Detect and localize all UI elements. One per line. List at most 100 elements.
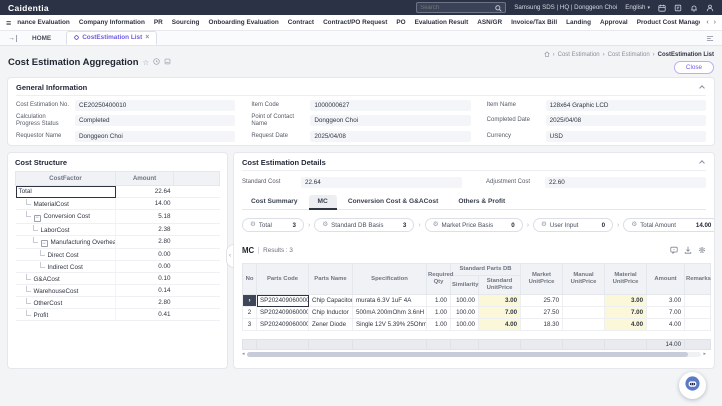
cell-required-qty[interactable]: 1.00 — [427, 319, 451, 331]
cell-specification[interactable]: Single 12V 5.39% 25Ohm 200mV — [353, 319, 427, 331]
cell-parts-code[interactable]: SP2024090600004 — [257, 295, 309, 307]
cell-material-unitprice[interactable]: 4.00 — [605, 319, 647, 331]
cell-standard-unitprice[interactable]: 4.00 — [479, 319, 521, 331]
close-tab-icon[interactable]: × — [145, 34, 149, 41]
breadcrumb-link[interactable]: Cost Estimation — [558, 52, 600, 58]
costfactor-cell[interactable]: MaterialCost — [16, 198, 116, 210]
cell-amount[interactable]: 4.00 — [647, 319, 685, 331]
amount-cell[interactable]: 2.80 — [116, 297, 174, 309]
scrollbar-thumb[interactable] — [247, 352, 688, 357]
tab-others-profit[interactable]: Others & Profit — [449, 195, 514, 209]
nav-next-icon[interactable]: › — [714, 19, 716, 26]
amount-cell[interactable]: 2.38 — [116, 223, 174, 235]
collapse-section-icon[interactable] — [699, 160, 705, 166]
recent-history-icon[interactable] — [153, 58, 160, 67]
cell-amount[interactable]: 3.00 — [647, 295, 685, 307]
cell-no[interactable]: 3 — [243, 319, 257, 331]
cost-structure-row[interactable]: Indirect Cost0.00 — [16, 261, 220, 273]
nav-item-sourcing[interactable]: Sourcing — [172, 19, 200, 26]
cost-structure-row[interactable]: −Conversion Cost5.18 — [16, 210, 220, 224]
cell-similarity[interactable]: 100.00 — [451, 307, 479, 319]
mc-table-row[interactable]: ›SP2024090600004Chip Capacitormurata 6.3… — [243, 295, 711, 307]
cost-structure-row[interactable]: Total22.64 — [16, 186, 220, 198]
amount-cell[interactable]: 0.41 — [116, 309, 174, 321]
tab-costestimation-list[interactable]: CostEstimation List × — [66, 31, 157, 45]
cell-required-qty[interactable]: 1.00 — [427, 295, 451, 307]
column-header-amount[interactable]: Amount — [116, 172, 174, 186]
cell-standard-unitprice[interactable]: 7.00 — [479, 307, 521, 319]
column-header-remarks[interactable]: Remarks — [685, 264, 711, 295]
cell-amount[interactable]: 7.00 — [647, 307, 685, 319]
column-header-required-qty[interactable]: Required Qty — [427, 264, 451, 295]
column-header-no[interactable]: No — [243, 264, 257, 295]
column-header-manual-unitprice[interactable]: Manual UnitPrice — [563, 264, 605, 295]
tree-collapse-icon[interactable]: − — [34, 215, 41, 222]
costfactor-cell[interactable]: Total — [16, 186, 116, 198]
cell-remarks[interactable] — [685, 295, 711, 307]
nav-item-product-cost-management[interactable]: Product Cost Management — [637, 19, 701, 26]
column-header-costfactor[interactable]: CostFactor — [16, 172, 116, 186]
chatbot-button[interactable] — [679, 372, 706, 399]
cell-required-qty[interactable]: 1.00 — [427, 307, 451, 319]
amount-cell[interactable]: 0.10 — [116, 273, 174, 285]
costfactor-cell[interactable]: WarehouseCost — [16, 285, 116, 297]
manual-icon[interactable] — [164, 58, 171, 67]
cell-material-unitprice[interactable]: 7.00 — [605, 307, 647, 319]
search-input[interactable] — [420, 5, 495, 11]
costfactor-cell[interactable]: LaborCost — [16, 223, 116, 235]
feedback-icon[interactable] — [670, 241, 678, 259]
cost-structure-row[interactable]: MaterialCost14.00 — [16, 198, 220, 210]
tree-collapse-icon[interactable]: − — [41, 240, 48, 247]
favorite-star-icon[interactable]: ☆ — [143, 59, 150, 67]
costfactor-cell[interactable]: Direct Cost — [16, 249, 116, 261]
mc-table-row[interactable]: 2SP2024090600005Chip Inductor500mA 200mO… — [243, 307, 711, 319]
tab-mc[interactable]: MC — [309, 195, 337, 209]
cell-similarity[interactable]: 100.00 — [451, 319, 479, 331]
collapse-sidebar-icon[interactable]: → — [8, 35, 17, 42]
nav-item-contract-po-request[interactable]: Contract/PO Request — [323, 19, 387, 26]
notification-bell-icon[interactable] — [690, 4, 698, 12]
cell-no[interactable]: › — [243, 295, 257, 307]
download-icon[interactable] — [684, 241, 692, 259]
nav-item-contract[interactable]: Contract — [288, 19, 314, 26]
amount-cell[interactable]: 2.80 — [116, 235, 174, 249]
nav-item-approval[interactable]: Approval — [600, 19, 628, 26]
cost-structure-row[interactable]: LaborCost2.38 — [16, 223, 220, 235]
amount-cell[interactable]: 0.00 — [116, 261, 174, 273]
breadcrumb-link[interactable]: Cost Estimation — [608, 52, 650, 58]
cell-market-unitprice[interactable]: 25.70 — [521, 295, 563, 307]
global-search[interactable] — [416, 2, 506, 13]
summary-pill-market-price-basis[interactable]: ⚙Market Price Basis0 — [425, 218, 523, 232]
column-header-material-unitprice[interactable]: Material UnitPrice — [605, 264, 647, 295]
nav-item-nance-evaluation[interactable]: nance Evaluation — [17, 19, 70, 26]
summary-pill-total[interactable]: ⚙Total3 — [242, 218, 304, 232]
cell-market-unitprice[interactable]: 18.30 — [521, 319, 563, 331]
cell-specification[interactable]: murata 6.3V 1uF 4A — [353, 295, 427, 307]
nav-item-invoice-tax-bill[interactable]: Invoice/Tax Bill — [511, 19, 557, 26]
costfactor-cell[interactable]: Indirect Cost — [16, 261, 116, 273]
scroll-left-icon[interactable]: ◂ — [242, 352, 245, 357]
cell-parts-code[interactable]: SP2024090600008 — [257, 319, 309, 331]
user-info[interactable]: Samsung SDS | HQ | Donggeon Choi — [514, 4, 617, 11]
amount-cell[interactable]: 14.00 — [116, 198, 174, 210]
cost-structure-row[interactable]: OtherCost2.80 — [16, 297, 220, 309]
cell-standard-unitprice[interactable]: 3.00 — [479, 295, 521, 307]
amount-cell[interactable]: 5.18 — [116, 210, 174, 224]
nav-prev-icon[interactable]: ‹ — [706, 19, 708, 26]
cell-parts-name[interactable]: Zener Diode — [309, 319, 353, 331]
amount-cell[interactable]: 0.00 — [116, 249, 174, 261]
cell-material-unitprice[interactable]: 3.00 — [605, 295, 647, 307]
tab-home[interactable]: HOME — [23, 32, 60, 45]
tab-conversion-cost-g-acost[interactable]: Conversion Cost & G&ACost — [339, 195, 448, 209]
column-header-standard-unitprice[interactable]: Standard UnitPrice — [479, 276, 521, 295]
amount-cell[interactable]: 0.14 — [116, 285, 174, 297]
summary-pill-standard-db-basis[interactable]: ⚙Standard DB Basis3 — [314, 218, 414, 232]
cell-manual-unitprice[interactable] — [563, 307, 605, 319]
language-selector[interactable]: English ▾ — [625, 4, 650, 11]
costfactor-cell[interactable]: Profit — [16, 309, 116, 321]
column-header-amount[interactable]: Amount — [647, 264, 685, 295]
cost-structure-row[interactable]: WarehouseCost0.14 — [16, 285, 220, 297]
scrollbar-track[interactable] — [247, 352, 702, 357]
nav-item-landing[interactable]: Landing — [566, 19, 591, 26]
cell-parts-name[interactable]: Chip Capacitor — [309, 295, 353, 307]
